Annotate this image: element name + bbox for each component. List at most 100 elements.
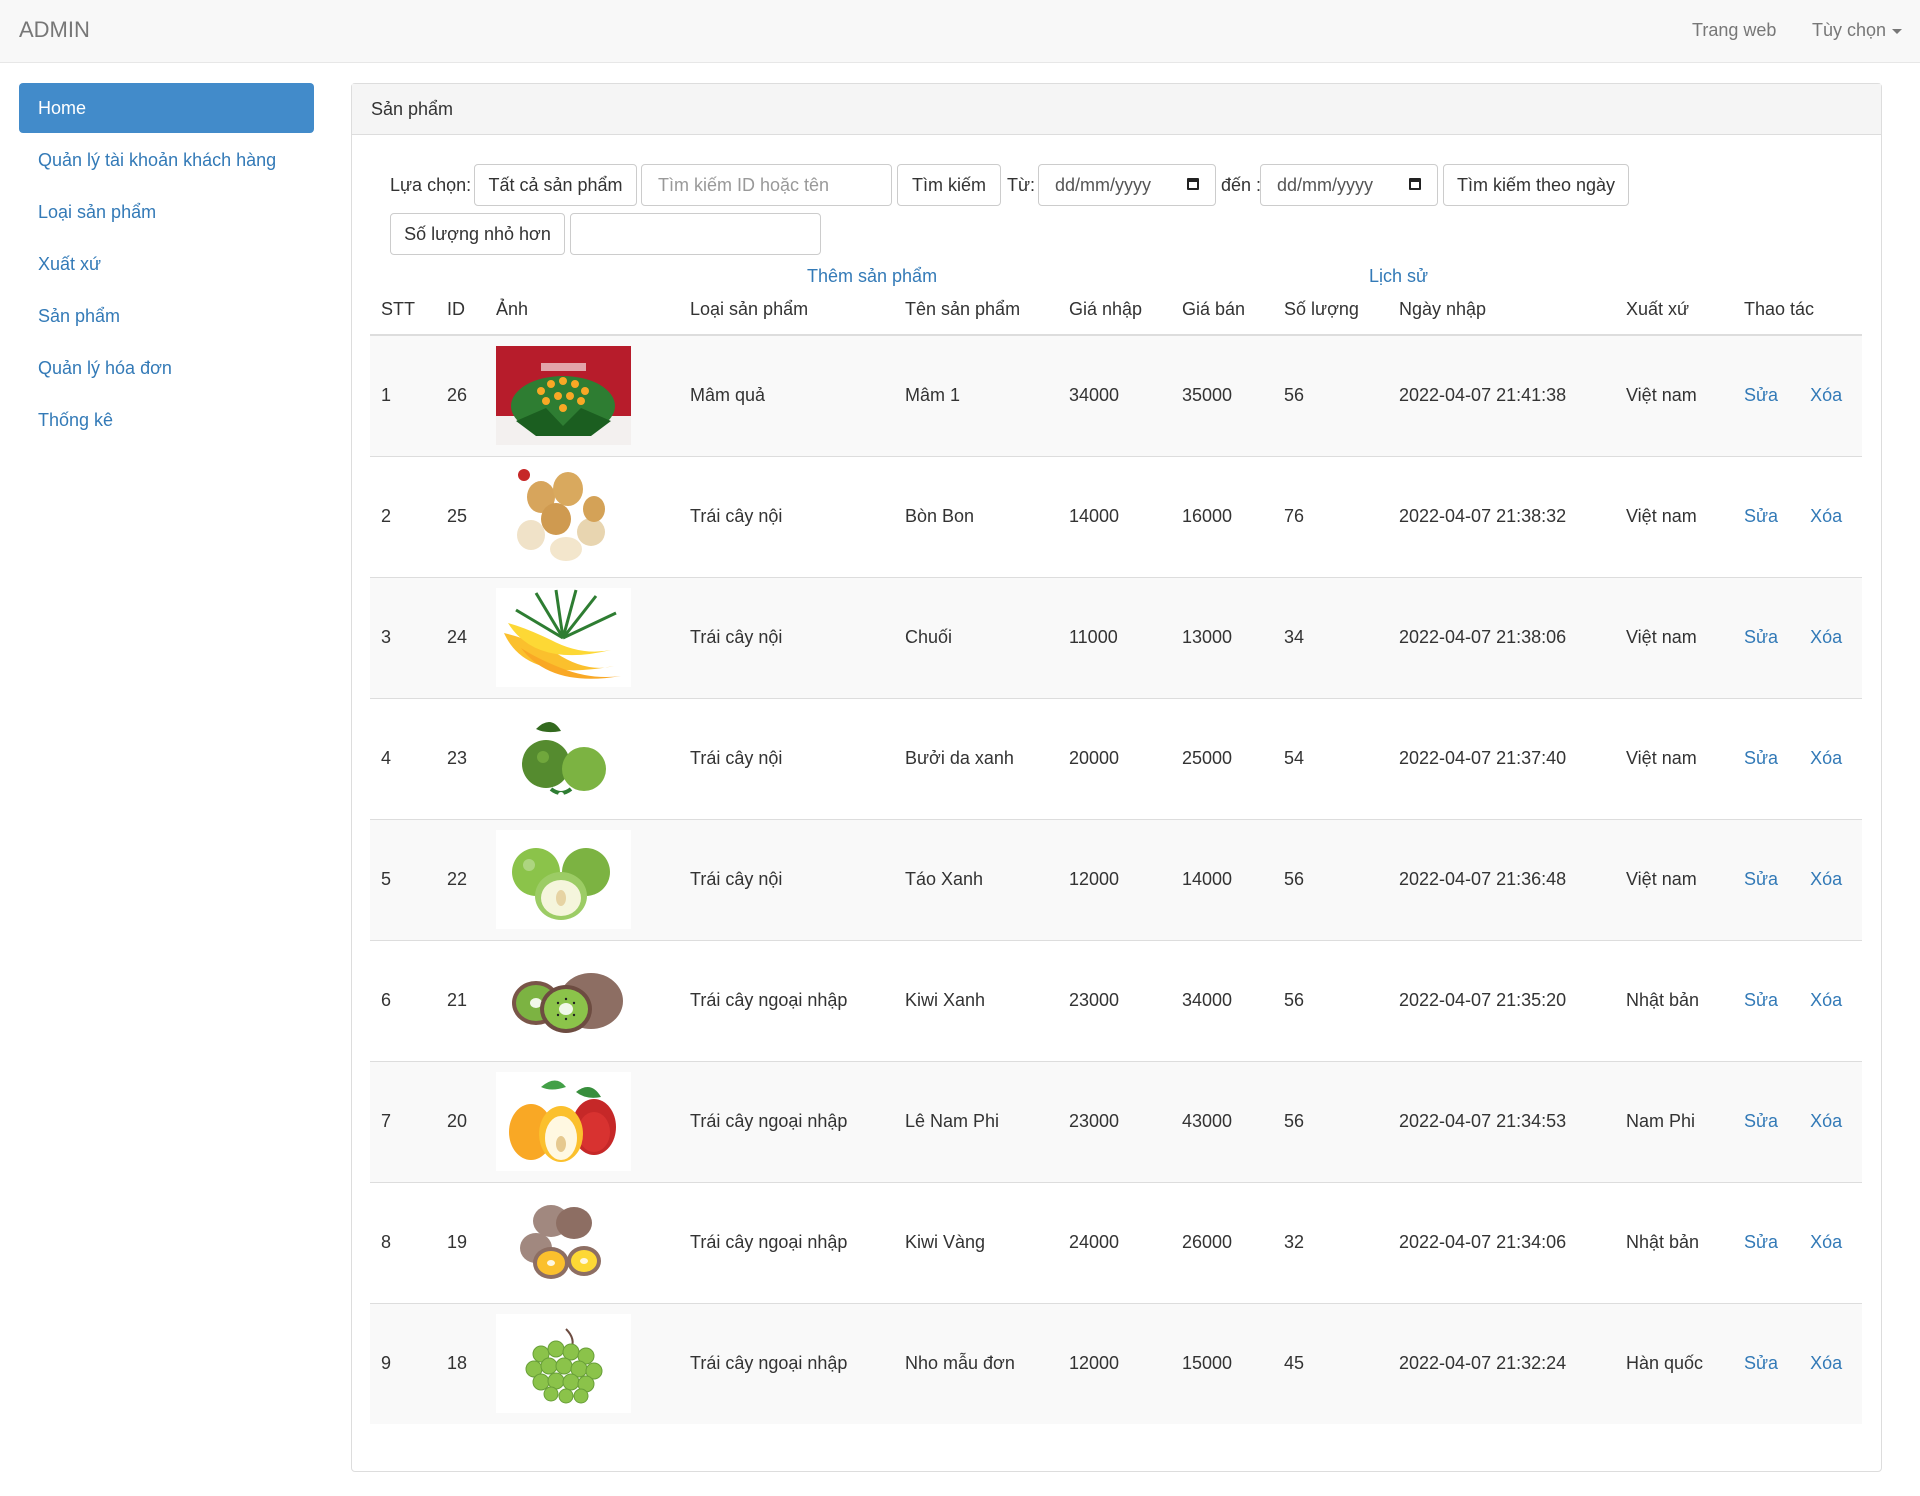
col-header-id[interactable]: ID — [436, 285, 485, 336]
row-cost: 24000 — [1058, 1181, 1171, 1303]
pomelo-image — [496, 709, 631, 808]
date-to-input[interactable]: dd/mm/yyyy — [1260, 164, 1438, 206]
row-id: 21 — [436, 939, 485, 1061]
table-row: 8 19 Trái cây ngoại nhập Kiwi Vàng 24000 260… — [370, 1181, 1862, 1303]
banana-image — [496, 588, 631, 687]
row-date: 2022-04-07 21:41:38 — [1388, 334, 1615, 456]
sidebar: Home Quản lý tài khoản khách hàng Loại s… — [19, 83, 314, 447]
row-id: 23 — [436, 697, 485, 819]
green-apple-image — [496, 830, 631, 929]
row-cost: 12000 — [1058, 818, 1171, 940]
delete-link[interactable]: Xóa — [1810, 385, 1842, 405]
row-cost: 20000 — [1058, 697, 1171, 819]
row-name: Kiwi Vàng — [894, 1181, 1058, 1303]
add-product-link[interactable]: Thêm sản phẩm — [807, 266, 937, 287]
row-name: Chuối — [894, 576, 1058, 698]
col-header-image[interactable]: Ảnh — [485, 285, 679, 336]
grape-image — [496, 1314, 631, 1414]
edit-link[interactable]: Sửa — [1744, 990, 1778, 1010]
row-id: 26 — [436, 334, 485, 456]
all-products-button[interactable]: Tất cả sản phẩm — [474, 164, 637, 206]
row-image — [485, 1302, 679, 1424]
row-price: 43000 — [1171, 1060, 1273, 1182]
table-row: 2 25 Trái cây nội Bòn Bon 14000 16000 76 2022-… — [370, 455, 1862, 577]
col-header-name[interactable]: Tên sản phẩm — [894, 285, 1058, 336]
quantity-less-button[interactable]: Số lượng nhỏ hơn — [390, 213, 565, 255]
edit-link[interactable]: Sửa — [1744, 1232, 1778, 1252]
row-stt: 9 — [370, 1302, 436, 1424]
edit-link[interactable]: Sửa — [1744, 385, 1778, 405]
row-stt: 6 — [370, 939, 436, 1061]
row-category: Trái cây ngoại nhập — [679, 1181, 894, 1303]
sidebar-item-origins[interactable]: Xuất xứ — [19, 239, 314, 289]
sidebar-item-home[interactable]: Home — [19, 83, 314, 133]
row-stt: 1 — [370, 334, 436, 456]
row-actions: Sửa Xóa — [1733, 334, 1862, 456]
row-image — [485, 576, 679, 698]
sidebar-item-customer-accounts[interactable]: Quản lý tài khoản khách hàng — [19, 135, 314, 185]
delete-link[interactable]: Xóa — [1810, 748, 1842, 768]
row-price: 34000 — [1171, 939, 1273, 1061]
row-origin: Nhật bản — [1615, 1181, 1733, 1303]
row-category: Mâm quả — [679, 334, 894, 456]
edit-link[interactable]: Sửa — [1744, 1353, 1778, 1373]
search-input[interactable] — [641, 164, 892, 206]
sidebar-item-product-categories[interactable]: Loại sản phẩm — [19, 187, 314, 237]
edit-link[interactable]: Sửa — [1744, 1111, 1778, 1131]
brand-logo[interactable]: ADMIN — [19, 17, 90, 43]
row-id: 22 — [436, 818, 485, 940]
sidebar-item-products[interactable]: Sản phẩm — [19, 291, 314, 341]
row-price: 15000 — [1171, 1302, 1273, 1424]
sidebar-item-statistics[interactable]: Thống kê — [19, 395, 314, 445]
edit-link[interactable]: Sửa — [1744, 506, 1778, 526]
delete-link[interactable]: Xóa — [1810, 1353, 1842, 1373]
row-origin: Việt nam — [1615, 697, 1733, 819]
delete-link[interactable]: Xóa — [1810, 627, 1842, 647]
col-header-actions: Thao tác — [1733, 285, 1862, 336]
row-category: Trái cây nội — [679, 818, 894, 940]
row-cost: 12000 — [1058, 1302, 1171, 1424]
row-actions: Sửa Xóa — [1733, 1181, 1862, 1303]
row-actions: Sửa Xóa — [1733, 1060, 1862, 1182]
col-header-origin[interactable]: Xuất xứ — [1615, 285, 1733, 336]
col-header-category[interactable]: Loại sản phẩm — [679, 285, 894, 336]
col-header-quantity[interactable]: Số lượng — [1273, 285, 1388, 336]
delete-link[interactable]: Xóa — [1810, 990, 1842, 1010]
nav-options-label: Tùy chọn — [1812, 20, 1887, 40]
col-header-stt[interactable]: STT — [370, 285, 436, 336]
row-image — [485, 455, 679, 577]
quantity-input[interactable] — [570, 213, 821, 255]
delete-link[interactable]: Xóa — [1810, 869, 1842, 889]
sidebar-item-invoices[interactable]: Quản lý hóa đơn — [19, 343, 314, 393]
delete-link[interactable]: Xóa — [1810, 1232, 1842, 1252]
search-by-date-button[interactable]: Tìm kiếm theo ngày — [1443, 164, 1629, 206]
row-id: 25 — [436, 455, 485, 577]
col-header-cost[interactable]: Giá nhập — [1058, 285, 1171, 336]
col-header-date[interactable]: Ngày nhập — [1388, 285, 1615, 336]
row-name: Mâm 1 — [894, 334, 1058, 456]
nav-options-dropdown[interactable]: Tùy chọn — [1812, 20, 1903, 41]
history-link[interactable]: Lịch sử — [1369, 266, 1428, 287]
calendar-icon[interactable] — [1187, 178, 1199, 190]
calendar-icon[interactable] — [1409, 178, 1421, 190]
col-header-price[interactable]: Giá bán — [1171, 285, 1273, 336]
row-cost: 14000 — [1058, 455, 1171, 577]
row-stt: 2 — [370, 455, 436, 577]
golden-kiwi-image — [496, 1193, 631, 1292]
row-actions: Sửa Xóa — [1733, 1302, 1862, 1424]
edit-link[interactable]: Sửa — [1744, 869, 1778, 889]
search-button[interactable]: Tìm kiếm — [897, 164, 1001, 206]
edit-link[interactable]: Sửa — [1744, 627, 1778, 647]
row-actions: Sửa Xóa — [1733, 939, 1862, 1061]
row-image — [485, 697, 679, 819]
row-name: Nho mẫu đơn — [894, 1302, 1058, 1424]
delete-link[interactable]: Xóa — [1810, 506, 1842, 526]
edit-link[interactable]: Sửa — [1744, 748, 1778, 768]
row-category: Trái cây ngoại nhập — [679, 1302, 894, 1424]
row-origin: Nam Phi — [1615, 1060, 1733, 1182]
row-stt: 7 — [370, 1060, 436, 1182]
nav-link-website[interactable]: Trang web — [1692, 20, 1776, 41]
date-from-input[interactable]: dd/mm/yyyy — [1038, 164, 1216, 206]
row-price: 25000 — [1171, 697, 1273, 819]
delete-link[interactable]: Xóa — [1810, 1111, 1842, 1131]
